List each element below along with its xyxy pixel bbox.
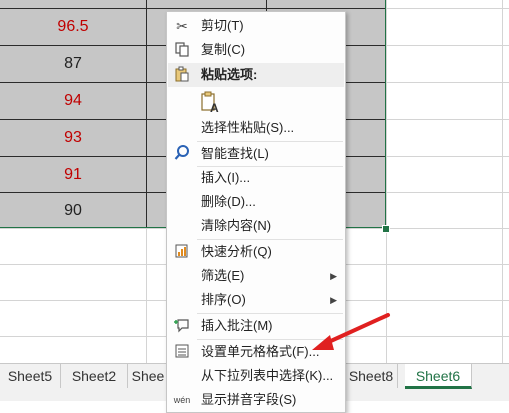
format-cells-icon bbox=[173, 343, 191, 361]
menu-item-paste-special[interactable]: 选择性粘贴(S)... bbox=[167, 116, 345, 140]
sheet-tab[interactable]: Shee bbox=[128, 364, 169, 388]
menu-item-pick-from-list[interactable]: 从下拉列表中选择(K)... bbox=[167, 364, 345, 388]
cell-value[interactable]: 91 bbox=[0, 156, 146, 193]
menu-item-phonetic[interactable]: wén 显示拼音字段(S) bbox=[167, 388, 345, 412]
copy-icon bbox=[173, 41, 191, 59]
phonetic-icon: wén bbox=[173, 395, 191, 405]
comment-icon bbox=[173, 317, 191, 335]
svg-text:A: A bbox=[210, 101, 219, 114]
search-icon bbox=[173, 145, 191, 163]
sheet-tab[interactable]: Sheet8 bbox=[345, 364, 398, 388]
cell-value[interactable]: 93 bbox=[0, 119, 146, 156]
menu-item-cut[interactable]: ✂ 剪切(T) bbox=[167, 14, 345, 38]
menu-item-filter[interactable]: 筛选(E) ▶ bbox=[167, 264, 345, 288]
sheet-tab-active[interactable]: Sheet6 bbox=[405, 364, 472, 389]
menu-item-clear-contents[interactable]: 清除内容(N) bbox=[167, 214, 345, 238]
menu-item-insert[interactable]: 插入(I)... bbox=[167, 166, 345, 190]
cell-value[interactable]: 94 bbox=[0, 82, 146, 119]
clipboard-icon bbox=[173, 66, 191, 84]
menu-item-copy[interactable]: 复制(C) bbox=[167, 38, 345, 62]
fill-handle[interactable] bbox=[382, 225, 390, 233]
cell-value[interactable]: 96.5 bbox=[0, 8, 146, 45]
menu-item-paste-options: 粘贴选项: bbox=[167, 63, 345, 87]
annotation-arrow-icon bbox=[312, 313, 390, 350]
quick-analysis-icon bbox=[173, 243, 191, 261]
grid-col-line bbox=[502, 0, 503, 364]
scissors-icon: ✂ bbox=[176, 18, 188, 34]
menu-item-quick-analysis[interactable]: 快速分析(Q) bbox=[167, 240, 345, 264]
sheet-tab[interactable]: Sheet2 bbox=[61, 364, 128, 388]
menu-item-smart-lookup[interactable]: 智能查找(L) bbox=[167, 142, 345, 166]
paste-button-formula[interactable]: A bbox=[167, 88, 345, 116]
paste-formula-icon: A bbox=[199, 90, 223, 119]
cell-value[interactable]: 87 bbox=[0, 45, 146, 82]
chevron-right-icon: ▶ bbox=[330, 271, 337, 281]
sheet-tab[interactable]: Sheet5 bbox=[0, 364, 61, 388]
menu-item-delete[interactable]: 删除(D)... bbox=[167, 190, 345, 214]
cell-value[interactable]: 90 bbox=[0, 192, 146, 229]
